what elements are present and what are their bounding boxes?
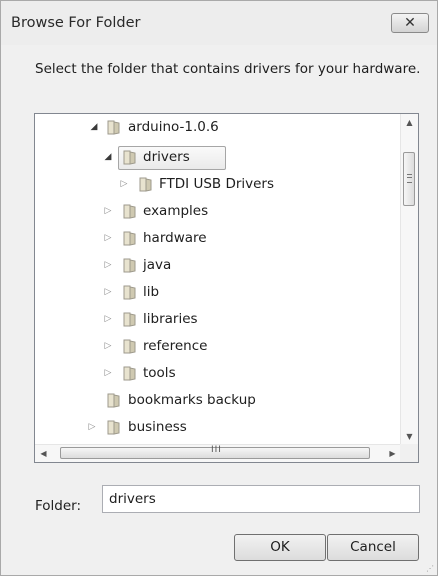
cancel-button[interactable]: Cancel <box>327 534 419 561</box>
folder-icon <box>123 366 136 381</box>
tree-item-label: reference <box>143 338 208 354</box>
ok-button[interactable]: OK <box>234 534 326 561</box>
triangle-down-icon[interactable]: ◢ <box>103 151 113 163</box>
tree-item-examples[interactable]: ▷ examples <box>35 202 395 222</box>
vertical-scrollbar[interactable]: ▲ ▼ <box>400 114 418 445</box>
close-icon: ✕ <box>404 15 416 31</box>
tree-item-label: java <box>143 257 172 273</box>
folder-icon <box>107 120 120 135</box>
tree-item-hardware[interactable]: ▷ hardware <box>35 229 395 249</box>
vertical-scroll-thumb[interactable] <box>403 152 415 206</box>
triangle-right-icon[interactable]: ▷ <box>103 232 113 244</box>
tree-item-bookmarks-backup[interactable]: bookmarks backup <box>35 391 395 411</box>
scroll-corner <box>400 444 418 462</box>
tree-item-java[interactable]: ▷ java <box>35 256 395 276</box>
tree-item-label: bookmarks backup <box>128 392 256 408</box>
window-title: Browse For Folder <box>11 15 141 31</box>
tree-item-tools[interactable]: ▷ tools <box>35 364 395 384</box>
tree-item-reference[interactable]: ▷ reference <box>35 337 395 357</box>
tree-item-libraries[interactable]: ▷ libraries <box>35 310 395 330</box>
folder-icon <box>123 258 136 273</box>
tree-item-label: tools <box>143 365 176 381</box>
tree-item-ftdi-usb-drivers[interactable]: ▷ FTDI USB Drivers <box>35 175 395 195</box>
folder-field-label: Folder: <box>35 498 82 514</box>
triangle-right-icon[interactable]: ▷ <box>119 178 129 190</box>
tree-item-label: arduino-1.0.6 <box>128 119 219 135</box>
triangle-right-icon[interactable]: ▷ <box>103 367 113 379</box>
folder-icon <box>123 231 136 246</box>
triangle-right-icon[interactable]: ▷ <box>103 286 113 298</box>
browse-for-folder-dialog: Browse For Folder ✕ Select the folder th… <box>0 0 438 576</box>
tree-item-label: FTDI USB Drivers <box>159 176 275 192</box>
tree-item-label: examples <box>143 203 209 219</box>
instruction-text: Select the folder that contains drivers … <box>35 61 421 77</box>
grip-icon: III <box>211 445 222 455</box>
scroll-up-icon[interactable]: ▲ <box>401 114 418 131</box>
triangle-right-icon[interactable]: ▷ <box>87 421 97 433</box>
triangle-right-icon[interactable]: ▷ <box>103 340 113 352</box>
horizontal-scroll-thumb[interactable]: III <box>60 445 370 459</box>
tree-item-label: business <box>128 419 187 435</box>
tree-item-arduino[interactable]: ◢ arduino-1.0.6 <box>35 118 395 138</box>
triangle-down-icon[interactable]: ◢ <box>89 121 99 133</box>
grip-icon <box>407 174 412 183</box>
folder-icon <box>139 177 152 192</box>
scroll-down-icon[interactable]: ▼ <box>401 428 418 445</box>
folder-field[interactable]: drivers <box>102 485 420 513</box>
tree-item-label: libraries <box>143 311 198 327</box>
folder-icon <box>107 393 120 408</box>
tree-item-lib[interactable]: ▷ lib <box>35 283 395 303</box>
tree-item-label: hardware <box>143 230 207 246</box>
folder-icon <box>123 150 136 165</box>
folder-icon <box>123 204 136 219</box>
horizontal-scrollbar[interactable]: ◀ III ▶ <box>35 444 401 462</box>
tree-item-business[interactable]: ▷ business <box>35 418 395 438</box>
tree-item-label: drivers <box>143 149 190 165</box>
tree-item-label: lib <box>143 284 160 300</box>
triangle-right-icon[interactable]: ▷ <box>103 259 113 271</box>
title-bar: Browse For Folder ✕ <box>1 1 437 45</box>
folder-icon <box>123 285 136 300</box>
folder-icon <box>123 312 136 327</box>
resize-grip-icon[interactable]: ⋰ <box>426 565 434 573</box>
triangle-right-icon[interactable]: ▷ <box>103 313 113 325</box>
triangle-right-icon[interactable]: ▷ <box>103 205 113 217</box>
folder-tree[interactable]: ◢ arduino-1.0.6 ◢ drivers ▷ FTDI USB Dri… <box>34 113 419 463</box>
scroll-right-icon[interactable]: ▶ <box>384 445 401 462</box>
folder-icon <box>123 339 136 354</box>
close-button[interactable]: ✕ <box>391 13 429 33</box>
tree-item-drivers[interactable]: ◢ drivers <box>35 148 395 168</box>
folder-icon <box>107 420 120 435</box>
scroll-left-icon[interactable]: ◀ <box>35 445 52 462</box>
